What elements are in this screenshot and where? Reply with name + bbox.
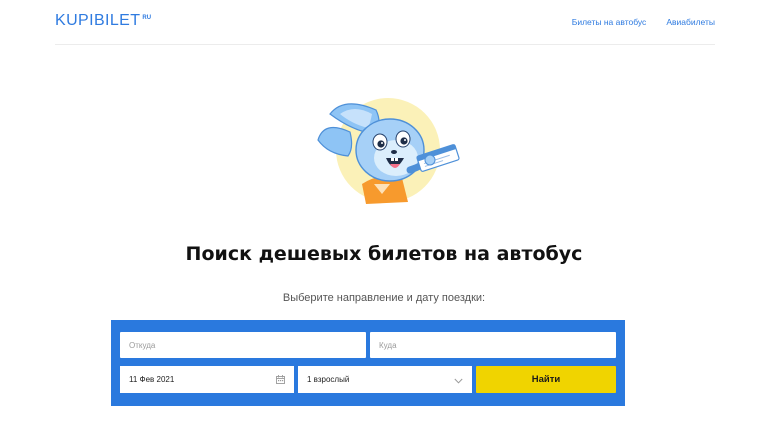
logo-text: KUPIBILET: [55, 12, 141, 29]
date-field[interactable]: 11 Фев 2021: [120, 366, 294, 393]
top-nav: Билеты на автобус Авиабилеты: [572, 17, 715, 27]
to-input[interactable]: [370, 332, 616, 358]
from-input[interactable]: [120, 332, 366, 358]
site-logo[interactable]: KUPIBILET RU: [55, 12, 151, 30]
nav-link-air-tickets[interactable]: Авиабилеты: [666, 17, 715, 27]
passengers-select[interactable]: 1 взрослый: [298, 366, 472, 393]
passengers-value: 1 взрослый: [307, 375, 350, 384]
logo-suffix: RU: [142, 15, 152, 21]
chevron-down-icon: [454, 371, 463, 389]
search-form: 11 Фев 2021 1 взрослый: [111, 320, 625, 406]
page: KUPIBILET RU Билеты на автобус Авиабилет…: [0, 0, 768, 425]
date-value: 11 Фев 2021: [129, 375, 175, 384]
nav-link-bus-tickets[interactable]: Билеты на автобус: [572, 17, 647, 27]
rabbit-with-ticket-illustration: [310, 92, 460, 207]
page-title: Поиск дешевых билетов на автобус: [185, 243, 583, 265]
calendar-icon[interactable]: [276, 371, 285, 389]
find-button[interactable]: Найти: [476, 366, 616, 393]
page-subtitle: Выберите направление и дату поездки:: [282, 292, 486, 304]
site-header: KUPIBILET RU Билеты на автобус Авиабилет…: [55, 0, 715, 45]
